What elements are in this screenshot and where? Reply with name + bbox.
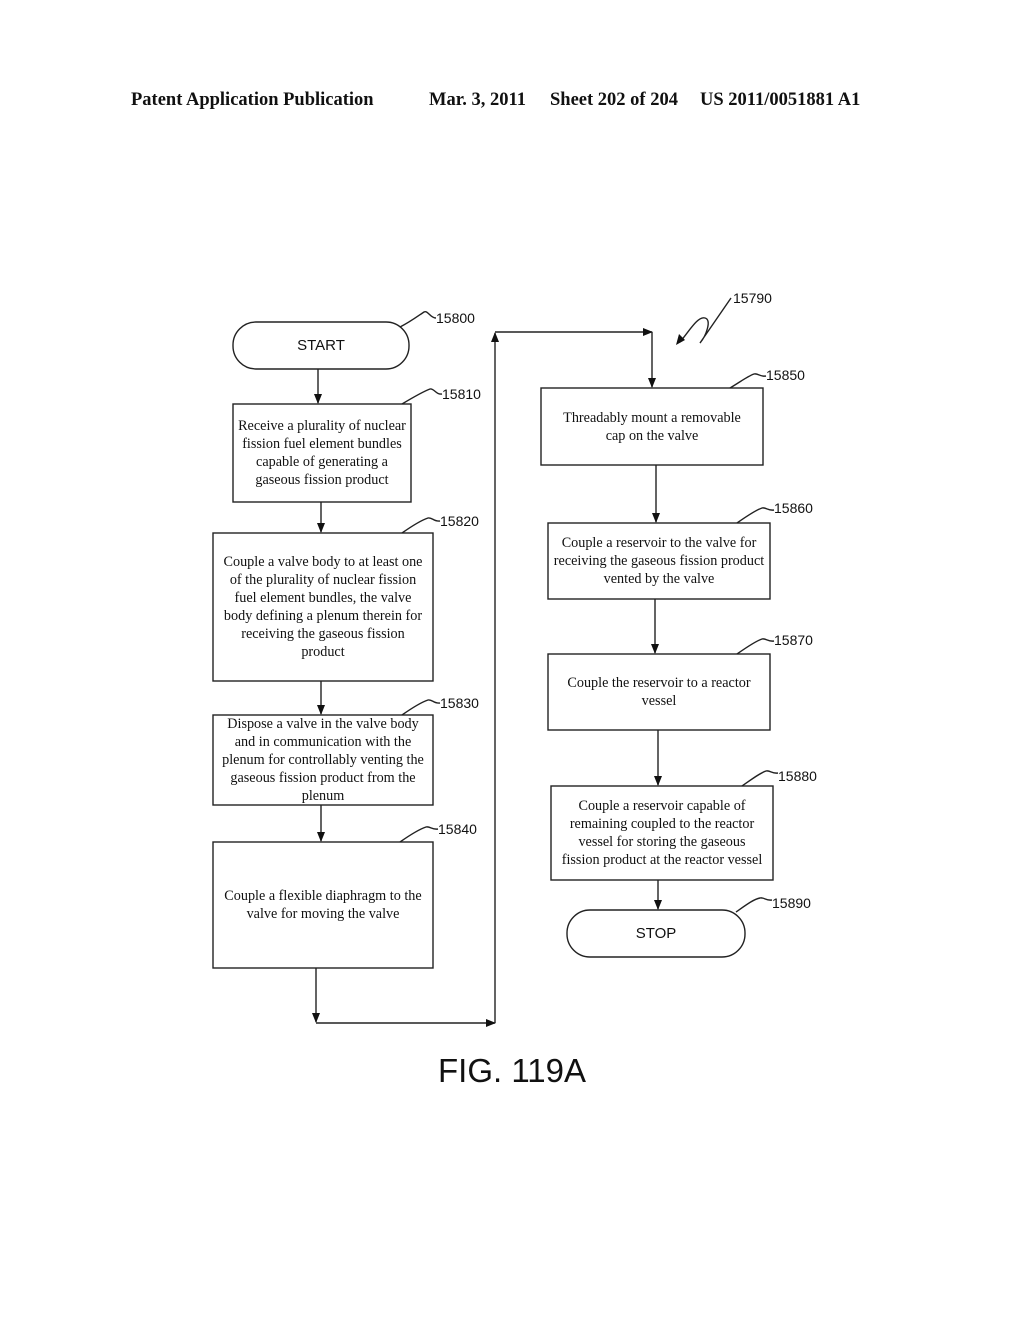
ref-15810: 15810	[442, 386, 481, 402]
node-15810-label: Receive a plurality of nuclear fission f…	[238, 418, 406, 488]
figure-ref-arrow	[679, 297, 732, 344]
ref-15820: 15820	[440, 513, 479, 529]
node-15820-label: Couple a valve body to at least one of t…	[223, 554, 423, 660]
node-15890-label: STOP	[635, 925, 677, 942]
node-15870-label: Couple the reservoir to a reactor vessel	[567, 675, 751, 709]
node-15860-label: Couple a reservoir to the valve for rece…	[553, 535, 765, 587]
leader-15840	[399, 826, 439, 843]
ref-figure-15790: 15790	[733, 290, 772, 306]
leader-15870	[736, 638, 775, 655]
ref-15850: 15850	[766, 367, 805, 383]
ref-15800: 15800	[436, 310, 475, 326]
ref-15890: 15890	[772, 895, 811, 911]
node-15880-label: Couple a reservoir capable of remaining …	[561, 798, 763, 868]
leader-15830	[401, 699, 441, 716]
ref-15830: 15830	[440, 695, 479, 711]
ref-15860: 15860	[774, 500, 813, 516]
flowchart	[212, 297, 779, 1027]
figure-ref-arrowhead	[676, 334, 685, 345]
figure-caption: FIG. 119A	[438, 1052, 586, 1089]
leader-15880	[741, 770, 779, 787]
node-15840-label: Couple a flexible diaphragm to the valve…	[224, 888, 422, 922]
leader-15810	[401, 388, 443, 405]
node-15830-label: Dispose a valve in the valve body and in…	[222, 716, 424, 804]
ref-15840: 15840	[438, 821, 477, 837]
leader-15850	[729, 373, 767, 389]
leader-15820	[401, 517, 441, 534]
ref-15880: 15880	[778, 768, 817, 784]
node-15850-label: Threadably mount a removable cap on the …	[563, 409, 741, 444]
ref-15870: 15870	[774, 632, 813, 648]
node-15800-label: START	[297, 337, 345, 354]
leader-15860	[736, 507, 775, 524]
